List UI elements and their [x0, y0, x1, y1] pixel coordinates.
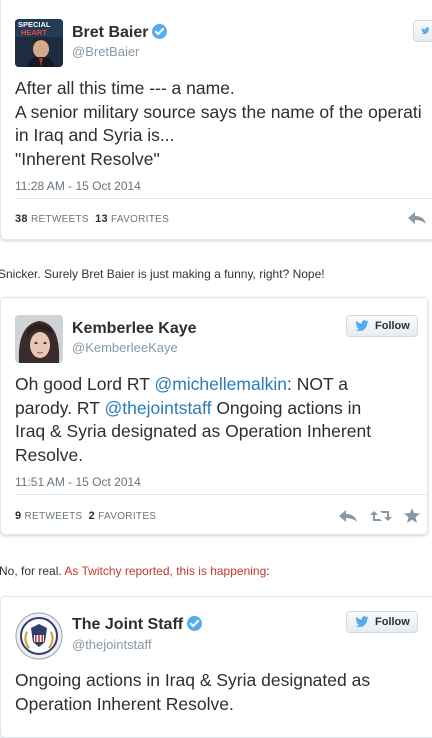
article-text: Snicker. Surely Bret Baier is just makin… — [0, 267, 325, 281]
tweet-card-kemberlee-kaye: Kemberlee Kaye @KemberleeKaye Follow Oh … — [0, 297, 428, 535]
twitter-bird-icon — [355, 320, 369, 332]
tweet-text-line: Iraq & Syria designated as Operation Inh… — [15, 421, 372, 441]
tweet-text-segment: Oh good Lord RT — [15, 374, 155, 394]
reply-icon[interactable] — [338, 509, 358, 523]
twitter-bird-icon — [355, 616, 369, 628]
follow-button[interactable]: Follow — [346, 315, 418, 337]
author-name[interactable]: Bret Baier — [72, 24, 168, 42]
tweet-actions — [338, 508, 420, 523]
retweets-label[interactable]: RETWEETS — [31, 214, 89, 225]
verified-badge-icon — [187, 616, 203, 631]
tweet-card-bret-baier: SPECIAL HEART Bret Baier @BretBaier Afte… — [0, 0, 432, 240]
twitchy-link[interactable]: As Twitchy reported, this is happening — [64, 564, 266, 578]
tweet-timestamp[interactable]: 11:28 AM - 15 Oct 2014 — [15, 179, 141, 193]
tweet-actions — [407, 211, 427, 225]
avatar[interactable] — [15, 315, 63, 363]
tweet-text-line: After all this time --- a name. — [15, 78, 235, 98]
tweet-text-segment: parody. RT — [15, 398, 105, 418]
article-text-segment: : — [266, 564, 270, 578]
tweet-text-line: A senior military source says the name o… — [15, 102, 422, 122]
mention-link[interactable]: @michellemalkin — [154, 374, 287, 394]
author-name-text[interactable]: The Joint Staff — [72, 616, 183, 633]
reply-icon[interactable] — [407, 211, 427, 225]
verified-badge-icon — [152, 24, 168, 39]
tweet-stats: 38 RETWEETS 13 FAVORITES — [15, 213, 169, 225]
article-text-segment: No, for real. — [0, 564, 65, 578]
divider — [15, 494, 427, 495]
divider — [15, 198, 432, 199]
twitter-bird-icon — [421, 27, 430, 35]
tweet-text-segment: Ongoing actions in — [211, 398, 362, 418]
retweet-count[interactable]: 9 — [15, 510, 21, 522]
tweet-text-line: Operation Inherent Resolve. — [15, 694, 234, 714]
favorite-count[interactable]: 2 — [89, 510, 95, 522]
follow-label[interactable]: Follow — [375, 616, 410, 628]
favorites-label[interactable]: FAVORITES — [111, 214, 169, 225]
tweet-card-joint-staff: The Joint Staff @thejointstaff Follow On… — [0, 596, 432, 738]
tweet-text-line: parody. RT @thejointstaff Ongoing action… — [15, 397, 361, 420]
tweet-text-line: in Iraq and Syria is... — [15, 125, 175, 145]
favorite-star-icon[interactable] — [404, 508, 420, 523]
author-name-text[interactable]: Bret Baier — [72, 24, 148, 41]
tweet-timestamp[interactable]: 11:51 AM - 15 Oct 2014 — [15, 475, 141, 489]
retweet-icon[interactable] — [370, 509, 392, 523]
tweet-text-segment: : NOT a — [286, 374, 348, 394]
author-handle[interactable]: @thejointstaff — [72, 637, 151, 652]
tweet-text-line: Oh good Lord RT @michellemalkin: NOT a — [15, 373, 348, 396]
author-handle[interactable]: @KemberleeKaye — [72, 340, 178, 355]
author-handle[interactable]: @BretBaier — [72, 44, 139, 59]
retweet-count[interactable]: 38 — [15, 213, 28, 225]
avatar-text-heart: HEART — [21, 28, 47, 37]
avatar[interactable] — [15, 612, 63, 660]
retweets-label[interactable]: RETWEETS — [25, 511, 83, 522]
author-name[interactable]: Kemberlee Kaye — [72, 320, 197, 338]
twitter-bird-button[interactable] — [413, 20, 432, 42]
follow-label[interactable]: Follow — [375, 320, 410, 332]
article-text: No, for real. As Twitchy reported, this … — [0, 564, 270, 578]
mention-link[interactable]: @thejointstaff — [105, 398, 212, 418]
tweet-text-line: Resolve. — [15, 445, 84, 465]
favorite-count[interactable]: 13 — [95, 213, 108, 225]
follow-button[interactable]: Follow — [346, 611, 418, 633]
author-name[interactable]: The Joint Staff — [72, 616, 203, 634]
tweet-text-line: Ongoing actions in Iraq & Syria designat… — [15, 670, 371, 690]
tweet-stats: 9 RETWEETS 2 FAVORITES — [15, 510, 156, 522]
avatar[interactable]: SPECIAL HEART — [15, 19, 63, 67]
favorites-label[interactable]: FAVORITES — [98, 511, 156, 522]
tweet-text-line: "Inherent Resolve" — [15, 149, 160, 169]
